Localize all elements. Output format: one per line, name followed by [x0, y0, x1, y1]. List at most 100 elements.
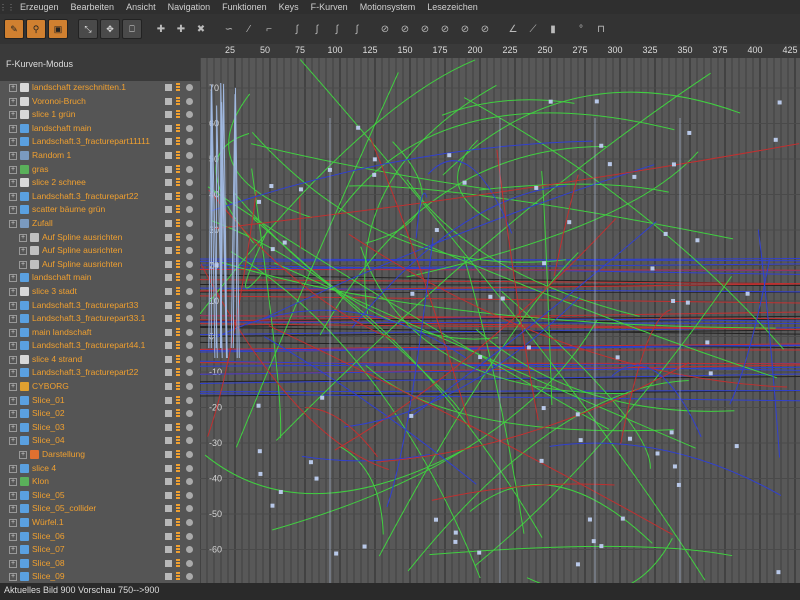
tangent-lock-icon[interactable]: ⊘ [416, 19, 434, 39]
tree-row[interactable]: + Slice_03 [0, 421, 200, 435]
expand-icon[interactable]: + [9, 478, 17, 487]
visibility-dot-icon[interactable] [186, 491, 193, 499]
visibility-dot-icon[interactable] [186, 505, 193, 513]
object-tag-icon[interactable] [165, 532, 172, 540]
object-tag-icon[interactable] [165, 111, 172, 119]
layer-icon[interactable] [176, 327, 180, 337]
expand-icon[interactable]: + [9, 138, 17, 147]
layer-icon[interactable] [176, 531, 180, 541]
layer-icon[interactable] [176, 96, 180, 106]
object-tag-icon[interactable] [165, 546, 172, 554]
expand-icon[interactable]: + [9, 179, 17, 188]
tree-row[interactable]: + Darstellung [0, 448, 200, 462]
tree-row[interactable]: + Slice_06 [0, 530, 200, 544]
expand-icon[interactable]: + [9, 519, 17, 527]
object-tag-icon[interactable] [165, 179, 172, 187]
object-tag-icon[interactable] [165, 84, 172, 91]
object-tag-icon[interactable] [165, 355, 172, 363]
expand-icon[interactable]: + [9, 124, 17, 133]
tree-row[interactable]: + Landschaft.3_fracturepart22 [0, 366, 200, 380]
tree-row[interactable]: + Auf Spline ausrichten [0, 244, 200, 258]
tangent-auto-icon[interactable]: ⊘ [456, 19, 474, 39]
motion-icon[interactable]: ⚲ [26, 19, 46, 39]
layer-icon[interactable] [176, 477, 180, 487]
expand-icon[interactable]: + [9, 301, 17, 310]
tree-row[interactable]: + Landschaft.3_fracturepart33 [0, 299, 200, 313]
spline-ease-icon[interactable]: ∫ [328, 19, 346, 39]
menu-item[interactable]: Bearbeiten [65, 0, 121, 14]
expand-icon[interactable]: + [9, 573, 17, 582]
add-key-icon[interactable]: ✚ [152, 19, 170, 39]
visibility-dot-icon[interactable] [186, 423, 193, 431]
tree-row[interactable]: + slice 2 schnee [0, 176, 200, 190]
object-tag-icon[interactable] [165, 124, 172, 132]
tree-row[interactable]: + Slice_01 [0, 394, 200, 408]
curve-ease-icon[interactable]: ∽ [220, 19, 238, 39]
expand-icon[interactable]: + [9, 111, 17, 120]
tree-row[interactable]: + Auf Spline ausrichten [0, 231, 200, 245]
visibility-dot-icon[interactable] [186, 573, 193, 581]
skew-icon[interactable]: ⟋ [524, 19, 542, 39]
object-tag-icon[interactable] [165, 138, 172, 146]
tangent-flat-icon[interactable]: ⊘ [476, 19, 494, 39]
spline-hard-icon[interactable]: ∫ [348, 19, 366, 39]
object-tag-icon[interactable] [165, 383, 172, 391]
layer-icon[interactable] [176, 123, 180, 133]
layer-icon[interactable] [176, 409, 180, 419]
tree-row[interactable]: + gras [0, 163, 200, 177]
visibility-dot-icon[interactable] [186, 464, 193, 472]
expand-icon[interactable]: + [9, 206, 17, 215]
visibility-dot-icon[interactable] [186, 369, 193, 377]
visibility-dot-icon[interactable] [186, 355, 193, 363]
film-icon[interactable]: ▣ [48, 19, 68, 39]
object-tag-icon[interactable] [165, 410, 172, 418]
layer-icon[interactable] [176, 382, 180, 392]
layer-icon[interactable] [176, 300, 180, 310]
visibility-dot-icon[interactable] [186, 260, 193, 268]
expand-icon[interactable]: + [9, 383, 17, 392]
layer-icon[interactable] [176, 205, 180, 215]
object-tag-icon[interactable] [165, 491, 172, 499]
object-tag-icon[interactable] [165, 260, 172, 268]
object-tag-icon[interactable] [165, 301, 172, 309]
tree-row[interactable]: + slice 3 stadt [0, 285, 200, 299]
expand-icon[interactable]: + [9, 505, 17, 514]
object-tag-icon[interactable] [165, 464, 172, 472]
fcurve-graph[interactable]: 706050403020100-10-20-30-40-50-60 [200, 58, 800, 583]
object-tag-icon[interactable] [165, 192, 172, 200]
object-tag-icon[interactable] [165, 396, 172, 404]
expand-icon[interactable]: + [9, 287, 17, 296]
visibility-dot-icon[interactable] [186, 532, 193, 540]
expand-icon[interactable]: + [9, 369, 17, 378]
time-ruler[interactable]: 25 50 75 100 125 150 175 200 225 250 275 300 325 350 3… [200, 44, 800, 59]
object-tag-icon[interactable] [165, 573, 172, 581]
object-tag-icon[interactable] [165, 437, 172, 445]
visibility-dot-icon[interactable] [186, 546, 193, 554]
visibility-dot-icon[interactable] [186, 328, 193, 336]
expand-icon[interactable]: + [19, 451, 27, 460]
object-tag-icon[interactable] [165, 151, 172, 159]
curve-step-icon[interactable]: ⌐ [260, 19, 278, 39]
layer-icon[interactable] [176, 545, 180, 555]
expand-icon[interactable]: + [9, 437, 17, 446]
tree-row[interactable]: + Landschaft.3_fracturepart11111 [0, 135, 200, 149]
object-tag-icon[interactable] [165, 315, 172, 323]
visibility-dot-icon[interactable] [186, 410, 193, 418]
object-tag-icon[interactable] [165, 369, 172, 377]
visibility-dot-icon[interactable] [186, 274, 193, 282]
tree-row[interactable]: + scatter bäume grün [0, 203, 200, 217]
layer-icon[interactable] [176, 450, 180, 460]
object-tag-icon[interactable] [165, 451, 172, 459]
layer-icon[interactable] [176, 286, 180, 296]
tree-row[interactable]: + Slice_05_collider [0, 502, 200, 516]
expand-icon[interactable]: + [9, 423, 17, 432]
layer-icon[interactable] [176, 558, 180, 568]
tree-row[interactable]: + Würfel.1 [0, 516, 200, 530]
layer-icon[interactable] [176, 178, 180, 188]
expand-icon[interactable]: + [9, 342, 17, 351]
tree-row[interactable]: + slice 4 strand [0, 353, 200, 367]
visibility-dot-icon[interactable] [186, 287, 193, 295]
object-tag-icon[interactable] [165, 247, 172, 255]
visibility-dot-icon[interactable] [186, 233, 193, 241]
expand-icon[interactable]: + [9, 559, 17, 568]
